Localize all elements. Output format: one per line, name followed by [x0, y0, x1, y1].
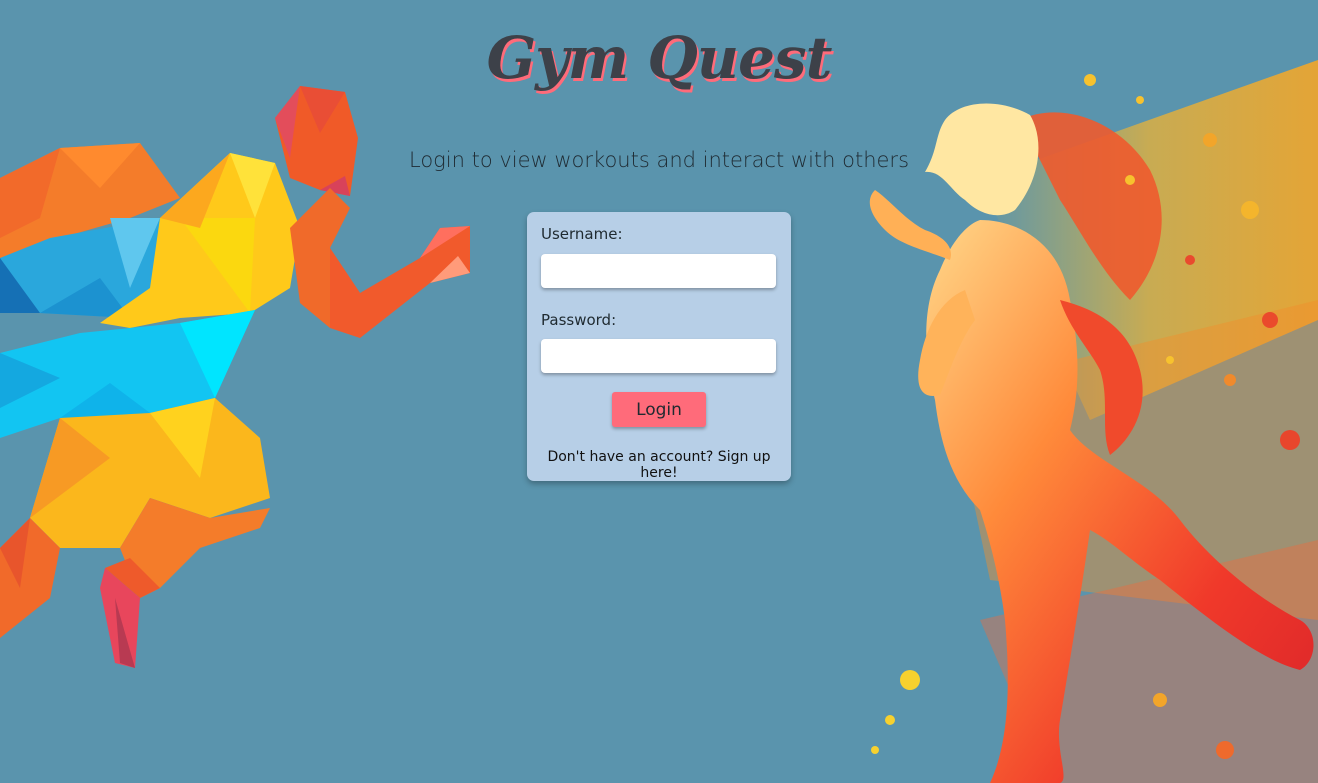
- page-subtitle: Login to view workouts and interact with…: [408, 148, 910, 172]
- login-button[interactable]: Login: [612, 392, 706, 427]
- password-input[interactable]: [541, 339, 776, 373]
- signup-link[interactable]: Don't have an account? Sign up here!: [527, 449, 791, 481]
- username-input[interactable]: [541, 254, 776, 288]
- login-card: Username: Password: Login Don't have an …: [527, 212, 791, 481]
- app-title: Gym Quest: [486, 24, 833, 92]
- password-label: Password:: [541, 311, 617, 329]
- username-label: Username:: [541, 225, 623, 243]
